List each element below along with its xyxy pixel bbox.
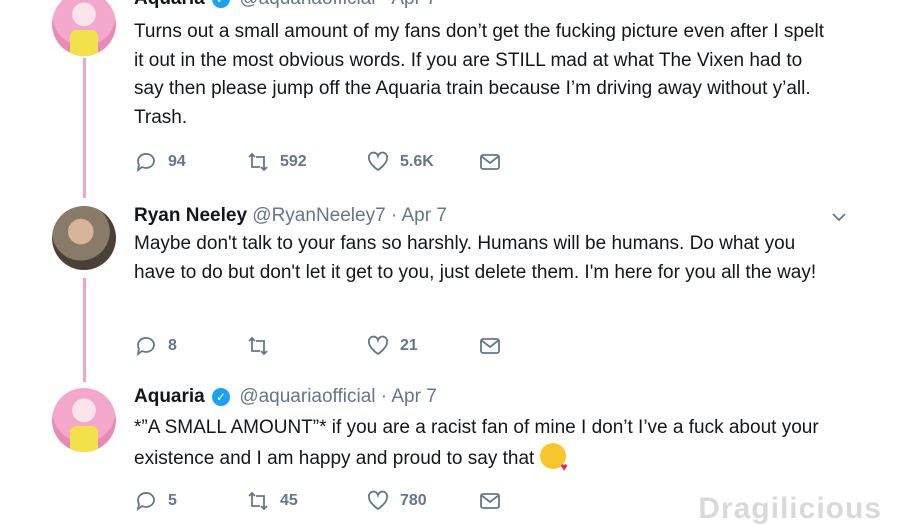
like-count: 780 <box>400 492 427 509</box>
reply-button[interactable]: 5 <box>134 489 177 513</box>
verified-icon: ✓ <box>212 0 231 8</box>
reply-button[interactable]: 8 <box>134 334 177 358</box>
reply-icon <box>136 492 155 512</box>
tweet-text: Turns out a small amount of my fans don’… <box>134 21 824 128</box>
tweet-header: Aquaria ✓ @aquariaofficial · Apr 7 <box>134 386 437 408</box>
message-button[interactable] <box>478 334 512 358</box>
verified-icon: ✓ <box>212 388 231 406</box>
like-button[interactable]: 5.6K <box>366 150 434 174</box>
watermark-logo: Dragilicious <box>698 492 882 525</box>
display-name[interactable]: Ryan Neeley <box>134 205 247 226</box>
retweet-count: 592 <box>280 153 307 170</box>
like-button[interactable]: 780 <box>366 489 427 513</box>
reply-count: 8 <box>168 337 177 354</box>
tweet-date[interactable]: Apr 7 <box>402 205 447 226</box>
tweet-date[interactable]: Apr 7 <box>391 386 436 407</box>
tweet-text: *”A SMALL AMOUNT”* if you are a racist f… <box>134 417 819 469</box>
thread-line <box>83 58 86 198</box>
tweet-header: Aquaria ✓ @aquariaofficial · Apr 7 <box>134 0 437 10</box>
reply-count: 94 <box>168 153 186 170</box>
handle[interactable]: @RyanNeeley7 <box>252 205 385 226</box>
handle[interactable]: @aquariaofficial <box>239 386 375 407</box>
like-count: 21 <box>400 337 418 354</box>
reply-icon <box>136 153 155 173</box>
handle[interactable]: @aquariaofficial <box>239 0 375 9</box>
retweet-icon <box>248 336 268 356</box>
heart-icon <box>367 335 389 356</box>
avatar[interactable] <box>52 206 116 270</box>
separator: · <box>380 386 388 407</box>
retweet-button[interactable]: 45 <box>246 489 298 513</box>
tweet-text-container: *”A SMALL AMOUNT”* if you are a racist f… <box>134 414 834 481</box>
tweet-date[interactable]: Apr 7 <box>391 0 436 9</box>
envelope-icon <box>480 154 500 170</box>
avatar[interactable] <box>52 388 116 452</box>
separator: · <box>381 0 387 9</box>
tweet-header: Ryan Neeley @RyanNeeley7 · Apr 7 <box>134 205 447 227</box>
separator: · <box>390 205 398 226</box>
tweet-text: Maybe don't talk to your fans so harshly… <box>134 233 817 283</box>
reply-count: 5 <box>168 492 177 509</box>
chevron-down-icon[interactable] <box>830 208 848 226</box>
reply-button[interactable]: 94 <box>134 150 186 174</box>
retweet-button[interactable] <box>246 334 280 358</box>
kissing-face-emoji-icon <box>539 442 568 481</box>
heart-icon <box>367 151 389 172</box>
heart-icon <box>367 490 389 511</box>
thread-line <box>83 278 86 382</box>
envelope-icon <box>480 338 500 354</box>
retweet-icon <box>248 152 268 172</box>
retweet-button[interactable]: 592 <box>246 150 307 174</box>
retweet-count: 45 <box>280 492 298 509</box>
reply-icon <box>136 337 155 357</box>
envelope-icon <box>480 493 500 509</box>
like-count: 5.6K <box>400 153 434 170</box>
retweet-icon <box>248 491 268 511</box>
like-button[interactable]: 21 <box>366 334 418 358</box>
avatar[interactable] <box>52 0 116 56</box>
display-name[interactable]: Aquaria <box>134 0 205 9</box>
message-button[interactable] <box>478 150 512 174</box>
display-name[interactable]: Aquaria <box>134 386 205 407</box>
message-button[interactable] <box>478 489 512 513</box>
